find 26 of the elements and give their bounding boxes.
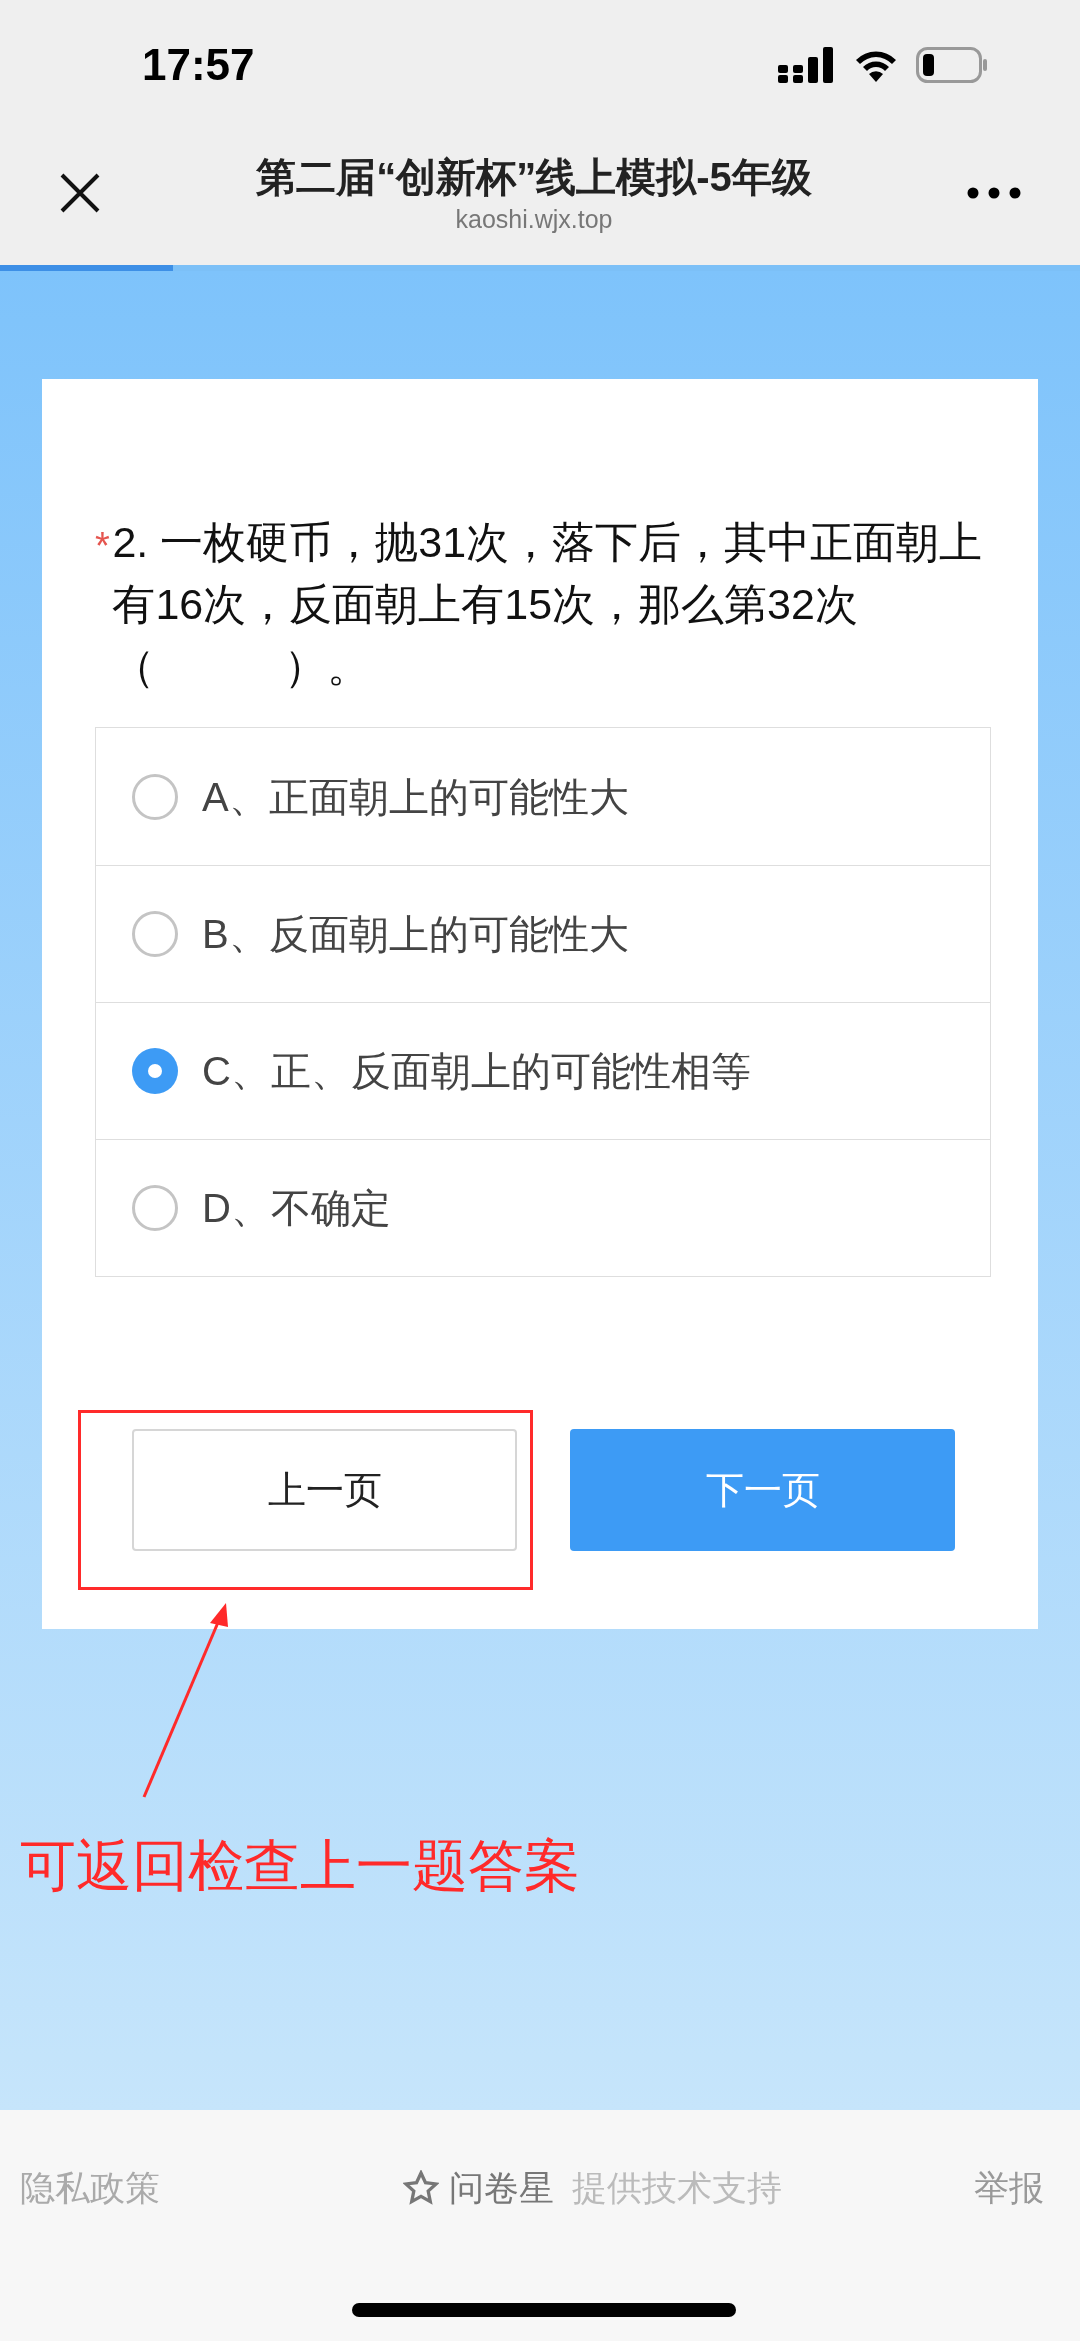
status-time: 17:57 xyxy=(142,39,255,91)
annotation-text: 可返回检查上一题答案 xyxy=(20,1833,580,1899)
signal-icon xyxy=(778,47,836,83)
more-icon xyxy=(967,186,1021,199)
option-row[interactable]: A、正面朝上的可能性大 xyxy=(96,728,990,865)
required-mark: * xyxy=(95,524,111,569)
option-label: D、不确定 xyxy=(202,1185,391,1232)
option-label: B、反面朝上的可能性大 xyxy=(202,911,629,958)
option-row[interactable]: B、反面朝上的可能性大 xyxy=(96,865,990,1002)
support-text: 提供技术支持 xyxy=(571,2167,782,2209)
radio-button[interactable] xyxy=(132,1048,178,1094)
home-indicator[interactable] xyxy=(352,2303,736,2317)
previous-page-button[interactable]: 上一页 xyxy=(132,1429,517,1551)
option-row[interactable]: D、不确定 xyxy=(96,1139,990,1276)
page-url: kaoshi.wjx.top xyxy=(455,203,613,235)
option-label: A、正面朝上的可能性大 xyxy=(202,773,629,821)
radio-button[interactable] xyxy=(132,773,178,820)
star-icon xyxy=(402,2170,439,2207)
radio-button[interactable] xyxy=(132,1185,178,1231)
radio-button[interactable] xyxy=(132,911,178,957)
question-text: 2. 一枚硬币，抛31次，落下后，其中正面朝上有16次，反面朝上有15次，那么第32次（ ）。 xyxy=(112,517,984,692)
option-row[interactable]: C、正、反面朝上的可能性相等 xyxy=(96,1002,990,1139)
option-label: C、正、反面朝上的可能性相等 xyxy=(202,1048,751,1095)
page-title: 第二届“创新杯”线上模拟-5年级 xyxy=(256,153,812,201)
battery-icon xyxy=(916,47,988,83)
brand-name: 问卷星 xyxy=(448,2167,554,2209)
